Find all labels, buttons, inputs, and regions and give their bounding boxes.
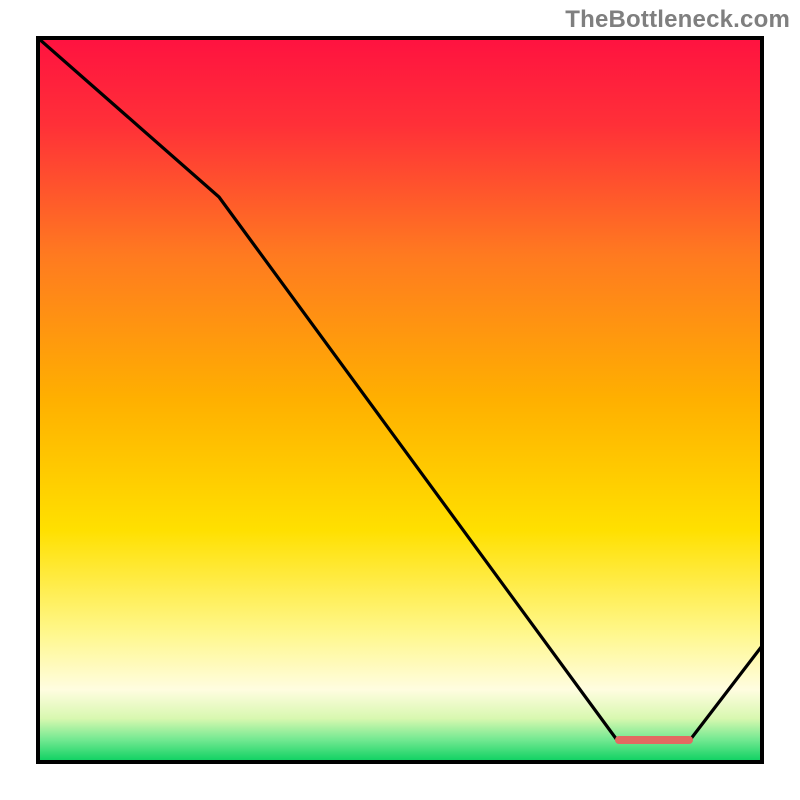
watermark-text: TheBottleneck.com bbox=[565, 6, 790, 34]
chart-svg bbox=[0, 0, 800, 800]
highlight-marker bbox=[615, 736, 693, 744]
chart-container: TheBottleneck.com bbox=[0, 0, 800, 800]
plot-background bbox=[38, 38, 762, 762]
